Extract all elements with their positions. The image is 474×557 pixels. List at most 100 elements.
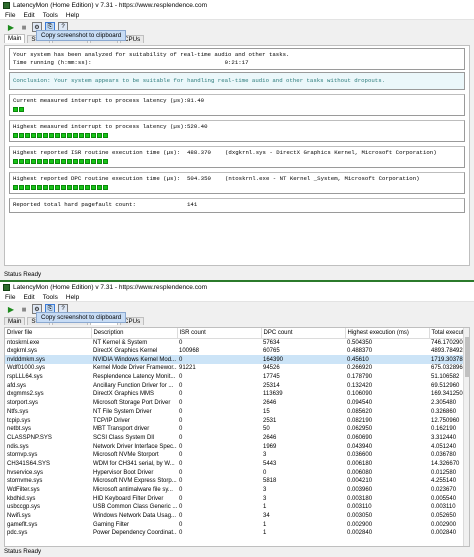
bar-segment bbox=[13, 107, 18, 112]
table-row[interactable]: stornvp.sys Microsoft NVMe Storport 0 3 0.03… bbox=[5, 451, 469, 460]
metric-value: 141 bbox=[187, 201, 198, 208]
metric-row: Reported total hard pagefault count: 141 bbox=[13, 201, 461, 209]
table-cell: 2646 bbox=[263, 434, 277, 441]
drivers-window: LatencyMon (Home Edition) v 7.31 - https… bbox=[0, 282, 474, 557]
bar-segment bbox=[19, 133, 24, 138]
main-window: LatencyMon (Home Edition) v 7.31 - https… bbox=[0, 0, 474, 280]
table-row[interactable]: usbccgp.sys USB Common Class Generic ... 0… bbox=[5, 503, 469, 512]
metric-value: 504.350 bbox=[187, 175, 211, 182]
bar-segment bbox=[103, 185, 108, 190]
table-row[interactable]: rspLLL64.sys Resplendence Latency Monit..… bbox=[5, 373, 469, 382]
bar-segment bbox=[55, 185, 60, 190]
table-cell: 0.266920 bbox=[347, 365, 373, 372]
column-header[interactable]: Driver file bbox=[5, 328, 92, 339]
menu-help[interactable]: Help bbox=[66, 294, 79, 301]
table-cell: 0 bbox=[179, 530, 183, 537]
drivers-panel: Driver file Description ISR count DPC count… bbox=[4, 327, 470, 547]
table-row[interactable]: Ntfs.sys NT File System Driver 0 15 0.085620… bbox=[5, 408, 469, 417]
scroll-thumb[interactable] bbox=[465, 337, 469, 377]
bar-segment bbox=[97, 159, 102, 164]
play-icon[interactable]: ▶ bbox=[6, 22, 16, 32]
table-cell: 0 bbox=[179, 513, 183, 520]
bar-segment bbox=[61, 133, 66, 138]
column-header[interactable]: Highest execution (ms) bbox=[345, 328, 430, 339]
table-cell: 0 bbox=[179, 391, 183, 398]
table-cell: 1 bbox=[263, 504, 267, 511]
table-cell: 0.132420 bbox=[347, 382, 373, 389]
menu-tools[interactable]: Tools bbox=[43, 294, 58, 301]
play-icon[interactable]: ▶ bbox=[6, 304, 16, 314]
window-title: LatencyMon (Home Edition) v 7.31 - https… bbox=[13, 284, 208, 291]
bar-segment bbox=[67, 133, 72, 138]
column-header[interactable]: Description bbox=[91, 328, 178, 339]
table-cell: 0.504350 bbox=[347, 339, 373, 346]
metric-group: Current measured interrupt to process la… bbox=[9, 94, 465, 116]
tab-main[interactable]: Main bbox=[4, 317, 26, 325]
table-row[interactable]: gameflt.sys Gaming Filter 0 1 0.002900 0.0029… bbox=[5, 520, 469, 529]
table-row[interactable]: kbdhid.sys HID Keyboard Filter Driver 0 3 0.… bbox=[5, 494, 469, 503]
table-cell: 0 bbox=[179, 382, 183, 389]
table-row[interactable]: CLASSPNP.SYS SCSI Class System Dll 0 2646 0.… bbox=[5, 434, 469, 443]
table-cell: 57634 bbox=[263, 339, 280, 346]
table-row[interactable]: Nwifi.sys Windows Network Data Usag... 0 34… bbox=[5, 512, 469, 521]
bar-segment bbox=[85, 133, 90, 138]
table-cell: 5818 bbox=[263, 478, 277, 485]
bar-segment bbox=[13, 159, 18, 164]
metric-group: Highest reported ISR routine execution t… bbox=[9, 146, 465, 168]
table-cell: hvservice.sys bbox=[7, 469, 44, 476]
metric-label: Highest measured interrupt to process la… bbox=[13, 123, 188, 130]
status-bar: Status Ready bbox=[0, 270, 474, 280]
table-row[interactable]: afd.sys Ancillary Function Driver for ...… bbox=[5, 381, 469, 390]
table-cell: 3 bbox=[263, 495, 267, 502]
column-header[interactable]: DPC count bbox=[261, 328, 346, 339]
menu-help[interactable]: Help bbox=[66, 12, 79, 19]
menu-file[interactable]: File bbox=[5, 12, 15, 19]
table-row[interactable]: ntoskrnl.exe NT Kernel & System 0 57634 0.50… bbox=[5, 338, 469, 347]
bar-segment bbox=[73, 159, 78, 164]
table-row[interactable]: Wdf01000.sys Kernel Mode Driver Framewor.… bbox=[5, 364, 469, 373]
bar-segment bbox=[61, 159, 66, 164]
table-cell: SCSI Class System Dll bbox=[93, 434, 155, 441]
table-cell: 0.003960 bbox=[347, 487, 373, 494]
bar-segment bbox=[97, 185, 102, 190]
stop-icon[interactable]: ■ bbox=[19, 304, 29, 314]
app-icon bbox=[3, 284, 10, 291]
table-cell: DirectX Graphics Kernel bbox=[93, 348, 158, 355]
table-row[interactable]: CH341S64.SYS WDM for CH341 serial, by W..… bbox=[5, 460, 469, 469]
table-cell: dxgmms2.sys bbox=[7, 391, 44, 398]
table-row[interactable]: ndis.sys Network Driver Interface Spec...… bbox=[5, 442, 469, 451]
table-row[interactable]: WdFilter.sys Microsoft antimalware file s… bbox=[5, 486, 469, 495]
bar-segment bbox=[91, 133, 96, 138]
table-row[interactable]: pdc.sys Power Dependency Coordinat... 0 1 0.… bbox=[5, 529, 469, 538]
table-row[interactable]: tcpip.sys TCP/IP Driver 0 2531 0.082190 12.75… bbox=[5, 416, 469, 425]
table-cell: WdFilter.sys bbox=[7, 487, 40, 494]
stop-icon[interactable]: ■ bbox=[19, 22, 29, 32]
latency-bar bbox=[13, 107, 461, 112]
metric-value: 81.40 bbox=[187, 97, 205, 104]
table-row[interactable]: storport.sys Microsoft Storage Port Drive… bbox=[5, 399, 469, 408]
table-cell: HID Keyboard Filter Driver bbox=[93, 495, 164, 502]
bar-segment bbox=[43, 133, 48, 138]
menu-edit[interactable]: Edit bbox=[23, 294, 34, 301]
tab-main[interactable]: Main bbox=[4, 34, 26, 43]
menu-edit[interactable]: Edit bbox=[23, 12, 34, 19]
table-row[interactable]: nvlddmkm.sys NVIDIA Windows Kernel Mod...… bbox=[5, 355, 469, 365]
table-row[interactable]: hvservice.sys Hypervisor Boot Driver 0 0 0.0… bbox=[5, 468, 469, 477]
vertical-scrollbar[interactable] bbox=[463, 328, 469, 546]
table-cell: 0 bbox=[179, 487, 183, 494]
column-header[interactable]: ISR count bbox=[177, 328, 262, 339]
bar-segment bbox=[79, 185, 84, 190]
table-row[interactable]: dxgmms2.sys DirectX Graphics MMS 0 113639 0.… bbox=[5, 390, 469, 399]
table-cell: 0 bbox=[179, 434, 183, 441]
title-bar: LatencyMon (Home Edition) v 7.31 - https… bbox=[0, 282, 474, 293]
menu-file[interactable]: File bbox=[5, 294, 15, 301]
table-cell: DirectX Graphics MMS bbox=[93, 391, 155, 398]
bar-segment bbox=[19, 107, 24, 112]
table-row[interactable]: stornvme.sys Microsoft NVM Express Storp.… bbox=[5, 477, 469, 486]
metric-row: Highest measured interrupt to process la… bbox=[13, 123, 461, 131]
bar-segment bbox=[31, 133, 36, 138]
table-row[interactable]: dxgkrnl.sys DirectX Graphics Kernel 100968… bbox=[5, 347, 469, 356]
bar-segment bbox=[49, 159, 54, 164]
table-row[interactable]: netbt.sys MBT Transport driver 0 50 0.062950… bbox=[5, 425, 469, 434]
menu-tools[interactable]: Tools bbox=[43, 12, 58, 19]
